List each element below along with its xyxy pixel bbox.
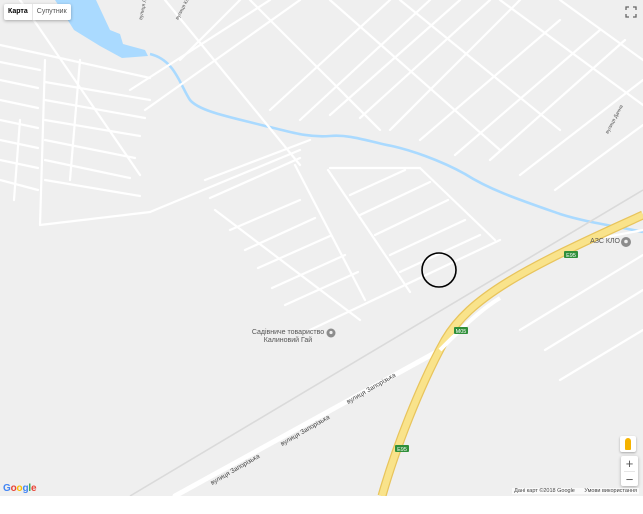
- google-logo[interactable]: Google: [3, 483, 37, 494]
- route-label-e95-top: E95: [566, 253, 576, 259]
- zoom-in-button[interactable]: +: [621, 456, 638, 471]
- map-type-control: Карта Супутник: [4, 4, 71, 20]
- route-shield-e95-bottom: E95: [395, 445, 409, 453]
- pegman-button[interactable]: [620, 436, 636, 452]
- route-label-e95-bottom: E95: [397, 447, 407, 453]
- map-canvas[interactable]: E95 M05 E95 вулиця Запорізька вулиця Зап…: [0, 0, 643, 496]
- terms-of-use-link[interactable]: Умови використання: [584, 488, 637, 494]
- route-shield-e95-top: E95: [564, 251, 578, 259]
- poi-pin-gas-station[interactable]: [621, 237, 631, 247]
- street-view-pegman-icon: [625, 438, 631, 450]
- route-label-m05: M05: [456, 329, 467, 335]
- map-type-map-button[interactable]: Карта: [4, 4, 32, 20]
- poi-label-garden[interactable]: Садівниче товариство Калиновий Гай: [248, 329, 328, 345]
- map-data-attribution: Дані карт ©2018 Google: [514, 488, 575, 494]
- poi-label-garden-line2: Калиновий Гай: [263, 337, 313, 344]
- logo-letter-0: G: [3, 483, 11, 494]
- map-type-satellite-button[interactable]: Супутник: [31, 4, 71, 20]
- poi-label-garden-line1: Садівниче товариство: [251, 329, 325, 336]
- logo-letter-5: e: [30, 483, 37, 494]
- poi-label-gas-station[interactable]: АЗС КЛО: [574, 238, 620, 246]
- map-tiles: E95 M05 E95 вулиця Запорізька вулиця Зап…: [0, 0, 643, 496]
- attribution-bar: Дані карт ©2018 Google Умови використанн…: [512, 488, 639, 494]
- zoom-out-button[interactable]: −: [621, 472, 638, 487]
- zoom-control: + −: [621, 456, 638, 487]
- fullscreen-icon: [625, 6, 637, 18]
- route-shield-m05: M05: [454, 327, 468, 335]
- fullscreen-button[interactable]: [623, 4, 639, 20]
